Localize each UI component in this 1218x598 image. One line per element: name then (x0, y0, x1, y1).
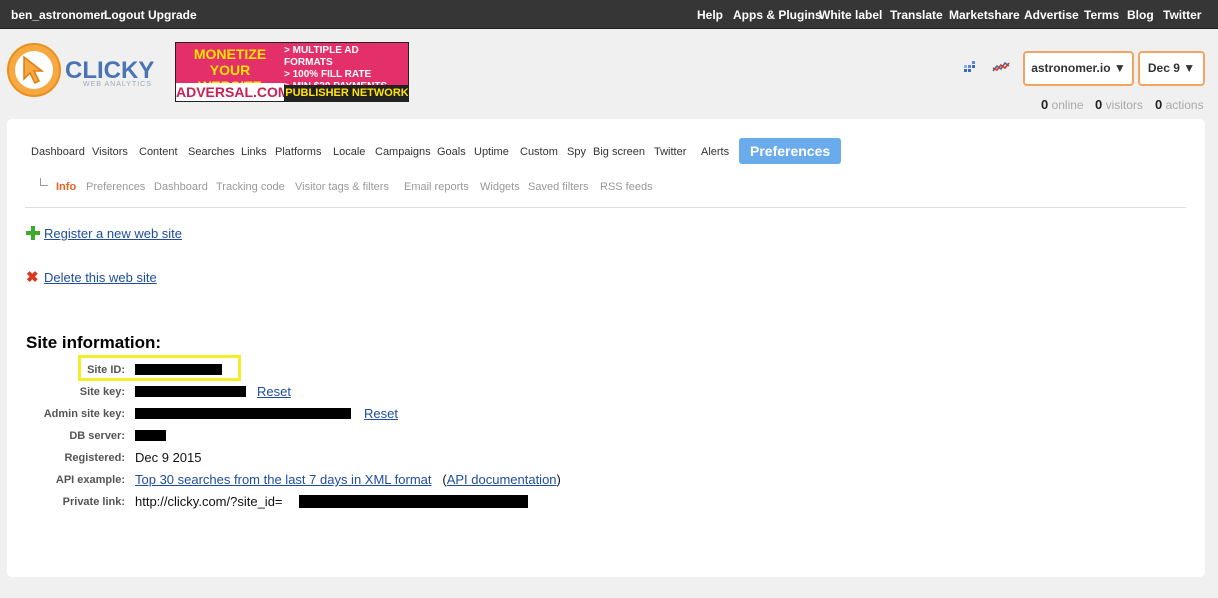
advertise-link[interactable]: Advertise (1024, 8, 1079, 22)
visitors-label: visitors (1105, 98, 1143, 112)
online-label: online (1051, 98, 1084, 112)
actions-stat: 0 actions (1155, 97, 1204, 112)
api-documentation-link[interactable]: API documentation (447, 472, 557, 487)
nav-campaigns[interactable]: Campaigns (375, 146, 431, 158)
subnav-connector (40, 178, 48, 186)
nav-spy[interactable]: Spy (567, 146, 586, 158)
plus-icon (26, 226, 40, 240)
twitter-link[interactable]: Twitter (1163, 8, 1201, 22)
api-example-label: API example: (55, 474, 125, 486)
logout-link[interactable]: Logout (104, 8, 145, 22)
delete-icon: ✖ (26, 269, 39, 286)
delete-site-action[interactable]: ✖ Delete this web site (26, 270, 157, 285)
username-link[interactable]: ben_astronomer (11, 8, 105, 22)
nav-visitors[interactable]: Visitors (92, 146, 128, 158)
subnav-widgets[interactable]: Widgets (480, 181, 520, 193)
ad-banner[interactable]: MONETIZE YOUR WEBSITE > MULTIPLE AD FORM… (175, 42, 409, 102)
nav-custom[interactable]: Custom (520, 146, 558, 158)
clicky-logo[interactable]: CLICKY WEB ANALYTICS (7, 43, 157, 99)
api-doc-close: ) (556, 472, 561, 487)
nav-preferences[interactable]: Preferences (739, 138, 842, 164)
date-selector-dropdown[interactable]: Dec 9 ▼ (1138, 51, 1205, 86)
api-example-value: Top 30 searches from the last 7 days in … (135, 472, 561, 487)
db-server-redacted (135, 430, 166, 441)
visitors-count: 0 (1095, 97, 1103, 112)
apps-plugins-link[interactable]: Apps & Plugins (733, 8, 822, 22)
nav-platforms[interactable]: Platforms (275, 146, 321, 158)
site-selector-dropdown[interactable]: astronomer.io ▼ (1023, 51, 1134, 86)
site-key-reset-link[interactable]: Reset (257, 384, 291, 399)
delete-site-link[interactable]: Delete this web site (44, 270, 157, 285)
divider (25, 207, 1186, 208)
terms-link[interactable]: Terms (1084, 8, 1119, 22)
upgrade-link[interactable]: Upgrade (148, 8, 197, 22)
db-server-label: DB server: (69, 430, 125, 442)
private-link-redacted (299, 495, 528, 508)
trend-icon[interactable] (992, 60, 1010, 74)
site-key-redacted (135, 386, 246, 397)
subnav-rss-feeds[interactable]: RSS feeds (600, 181, 653, 193)
help-link[interactable]: Help (697, 8, 723, 22)
blog-link[interactable]: Blog (1127, 8, 1154, 22)
private-link-value: http://clicky.com/?site_id= (135, 494, 283, 509)
heatmap-icon[interactable] (963, 60, 977, 74)
subnav-info[interactable]: Info (56, 181, 76, 193)
register-site-link[interactable]: Register a new web site (44, 226, 182, 241)
top-bar: ben_astronomer Logout Upgrade Help Apps … (0, 0, 1218, 29)
subnav-tracking-code[interactable]: Tracking code (216, 181, 285, 193)
register-site-action[interactable]: Register a new web site (26, 226, 182, 241)
registered-label: Registered: (64, 452, 125, 464)
nav-goals[interactable]: Goals (437, 146, 466, 158)
subnav-email-reports[interactable]: Email reports (404, 181, 469, 193)
private-link-label: Private link: (62, 496, 125, 508)
subnav-preferences[interactable]: Preferences (86, 181, 145, 193)
admin-key-reset-link[interactable]: Reset (364, 406, 398, 421)
ad-point: > 100% FILL RATE (284, 69, 372, 80)
site-id-redacted (135, 364, 222, 375)
api-example-link[interactable]: Top 30 searches from the last 7 days in … (135, 472, 432, 487)
actions-count: 0 (1155, 97, 1163, 112)
logo-tagline: WEB ANALYTICS (83, 81, 152, 88)
nav-dashboard[interactable]: Dashboard (31, 146, 85, 158)
actions-label: actions (1165, 98, 1204, 112)
ad-point: > MULTIPLE AD FORMATS (284, 45, 359, 68)
subnav-visitor-tags[interactable]: Visitor tags & filters (295, 181, 389, 193)
nav-searches[interactable]: Searches (188, 146, 234, 158)
online-stat: 0 online (1041, 97, 1084, 112)
ad-headline: MONETIZE YOUR WEBSITE (193, 46, 267, 94)
white-label-link[interactable]: White label (819, 8, 882, 22)
subnav-saved-filters[interactable]: Saved filters (528, 181, 589, 193)
nav-links[interactable]: Links (241, 146, 267, 158)
nav-big-screen[interactable]: Big screen (593, 146, 645, 158)
site-id-label: Site ID: (87, 364, 125, 376)
ad-network: PUBLISHER NETWORK (284, 85, 409, 101)
nav-uptime[interactable]: Uptime (474, 146, 509, 158)
nav-alerts[interactable]: Alerts (701, 146, 729, 158)
site-info-title: Site information: (26, 333, 162, 352)
admin-key-redacted (135, 408, 351, 419)
cursor-logo-icon (7, 43, 61, 97)
nav-locale[interactable]: Locale (333, 146, 365, 158)
nav-twitter[interactable]: Twitter (654, 146, 686, 158)
translate-link[interactable]: Translate (890, 8, 943, 22)
admin-key-label: Admin site key: (43, 408, 125, 420)
ad-brand: ADVERSAL.COM (176, 83, 290, 101)
nav-content[interactable]: Content (139, 146, 178, 158)
marketshare-link[interactable]: Marketshare (949, 8, 1020, 22)
visitors-stat: 0 visitors (1095, 97, 1143, 112)
online-count: 0 (1041, 97, 1049, 112)
subnav-dashboard[interactable]: Dashboard (154, 181, 208, 193)
site-key-label: Site key: (79, 386, 125, 398)
registered-value: Dec 9 2015 (135, 450, 202, 465)
